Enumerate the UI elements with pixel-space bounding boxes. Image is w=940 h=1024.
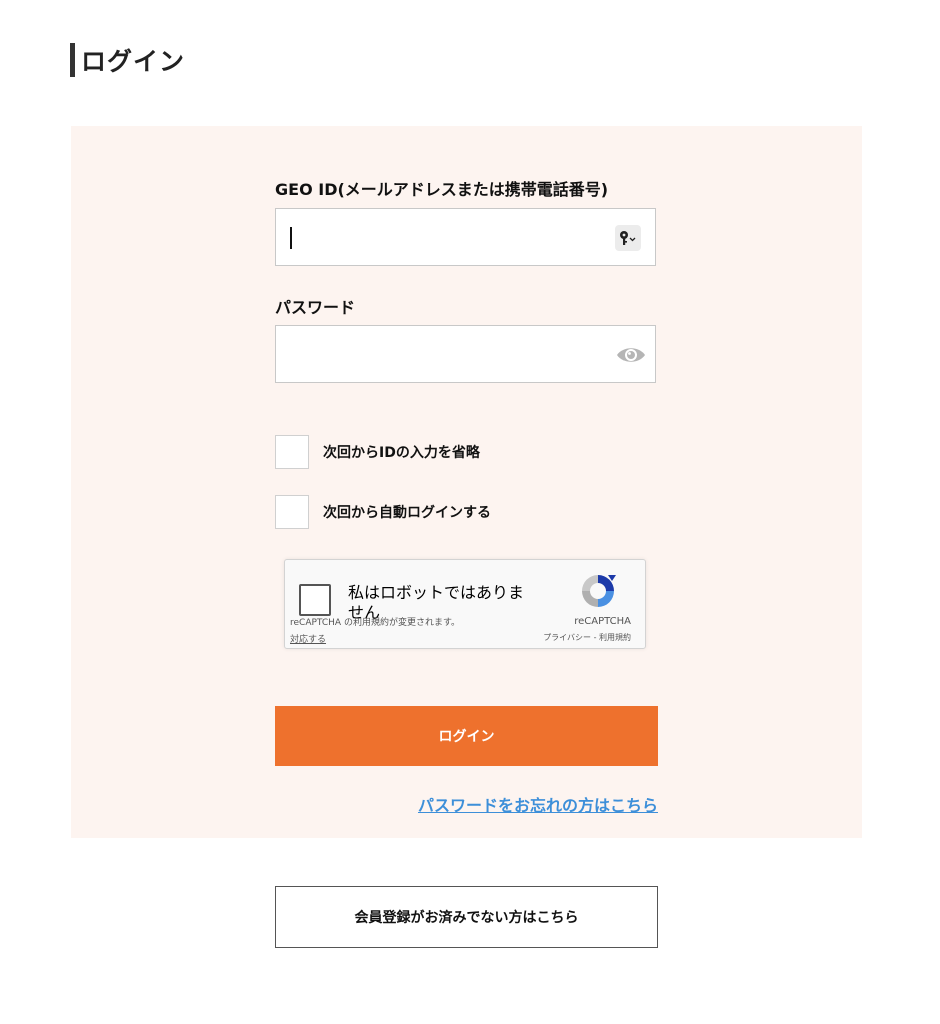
key-icon[interactable] <box>615 225 641 251</box>
remember-id-row[interactable]: 次回からIDの入力を省略 <box>275 434 480 470</box>
password-input[interactable] <box>275 325 656 383</box>
recaptcha-notice: reCAPTCHA の利用規約が変更されます。 <box>290 618 461 628</box>
register-button-label: 会員登録がお済みでない方はこちら <box>354 910 579 926</box>
recaptcha-respond-link[interactable]: 対応する <box>290 632 326 645</box>
heading-accent-bar <box>70 43 75 77</box>
login-button-label: ログイン <box>438 729 495 745</box>
recaptcha-logo-icon <box>578 571 618 611</box>
forgot-password-link[interactable]: パスワードをお忘れの方はこちら <box>418 792 658 816</box>
page-title: ログイン <box>81 47 186 76</box>
page-heading: ログイン <box>70 42 185 78</box>
eye-icon[interactable] <box>615 340 647 370</box>
recaptcha-brand: reCAPTCHA <box>574 616 631 627</box>
register-button[interactable]: 会員登録がお済みでない方はこちら <box>275 886 658 948</box>
auto-login-row[interactable]: 次回から自動ログインする <box>275 494 491 530</box>
auto-login-label[interactable]: 次回から自動ログインする <box>323 502 491 522</box>
password-label: パスワード <box>275 298 356 317</box>
recaptcha-privacy-terms-links[interactable]: プライバシー - 利用規約 <box>543 632 631 643</box>
recaptcha-checkbox[interactable] <box>299 584 331 616</box>
remember-id-label[interactable]: 次回からIDの入力を省略 <box>323 442 480 462</box>
geo-id-label: GEO ID(メールアドレスまたは携帯電話番号) <box>275 180 609 199</box>
geo-id-input[interactable] <box>275 208 656 266</box>
text-caret <box>290 227 292 249</box>
recaptcha-widget: 私はロボットではありません reCAPTCHA の利用規約が変更されます。 対応… <box>284 559 646 649</box>
remember-id-checkbox[interactable] <box>275 435 309 469</box>
login-button[interactable]: ログイン <box>275 706 658 766</box>
auto-login-checkbox[interactable] <box>275 495 309 529</box>
